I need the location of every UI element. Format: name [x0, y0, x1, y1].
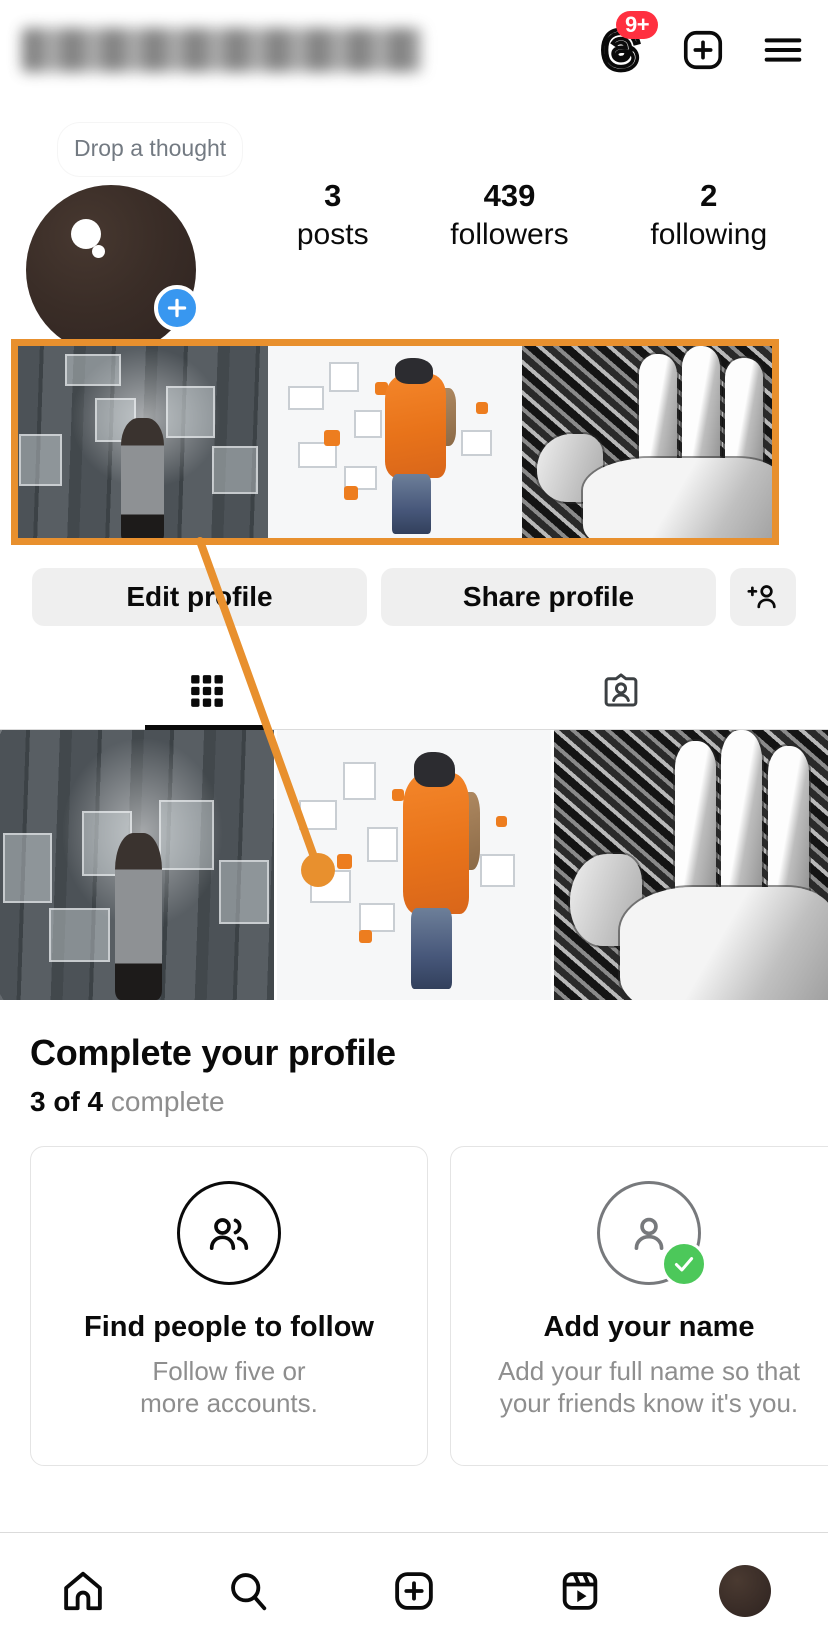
posts-count: 3 — [324, 177, 342, 213]
hamburger-menu-icon — [764, 38, 802, 62]
search-icon — [231, 1572, 267, 1610]
grid-tab[interactable] — [0, 652, 414, 729]
create-icon — [395, 1571, 433, 1610]
top-bar-actions: 9+ — [600, 11, 806, 73]
posts-label: posts — [296, 217, 369, 251]
progress-count: 3 of 4 — [30, 1086, 104, 1117]
card-description: Add your full name so that your friends … — [497, 1356, 801, 1418]
tagged-user-icon — [604, 672, 638, 706]
post-image-robot-hands — [554, 730, 828, 1000]
note-bubble[interactable]: Drop a thought — [58, 123, 243, 177]
plus-icon — [167, 298, 187, 318]
discover-people-button[interactable] — [730, 568, 796, 626]
post-grid — [0, 730, 828, 1000]
top-bar: 9+ — [0, 0, 828, 100]
complete-profile-title: Complete your profile — [30, 1032, 396, 1073]
following-label: following — [650, 217, 768, 251]
post-image-woman-screens — [14, 342, 268, 542]
green-check-icon — [674, 1257, 694, 1272]
edit-profile-button[interactable]: Edit profile — [32, 568, 367, 626]
complete-profile-cards: Find people to follow Follow five or mor… — [0, 1118, 828, 1466]
profile-tabs — [0, 652, 828, 730]
home-icon — [64, 1571, 102, 1610]
instagram-profile-screen: 9+ Drop a thought 3 posts 439 followers … — [0, 0, 828, 1648]
profile-header: Drop a thought 3 posts 439 followers 2 f… — [0, 100, 828, 355]
card-title: Add your name — [543, 1311, 755, 1343]
nav-search[interactable] — [166, 1568, 332, 1614]
username-masked[interactable] — [22, 28, 422, 72]
following-count: 2 — [700, 177, 718, 213]
card-icon-wrap — [597, 1181, 707, 1287]
nav-home[interactable] — [0, 1568, 166, 1614]
completed-badge — [661, 1241, 707, 1287]
highlighted-post-1[interactable] — [14, 342, 268, 542]
highlighted-post-3[interactable] — [522, 342, 776, 542]
new-post-button[interactable] — [680, 27, 726, 73]
icon-ring — [177, 1181, 281, 1285]
card-icon-wrap — [177, 1181, 281, 1285]
profile-stats: 3 posts 439 followers 2 following — [256, 177, 828, 253]
threads-button[interactable]: 9+ — [600, 11, 659, 73]
post-image-vr-person — [268, 342, 522, 542]
post-image-woman-screens — [0, 730, 274, 1000]
reels-icon — [562, 1571, 597, 1610]
note-bubble-dot — [92, 245, 105, 258]
tagged-tab[interactable] — [414, 652, 828, 729]
post-tile-1[interactable] — [0, 730, 274, 1000]
add-to-story-button[interactable] — [154, 285, 200, 331]
post-image-vr-person — [277, 730, 551, 1000]
card-find-people[interactable]: Find people to follow Follow five or mor… — [30, 1146, 428, 1466]
followers-count: 439 — [483, 177, 536, 213]
share-profile-button[interactable]: Share profile — [381, 568, 716, 626]
stat-posts[interactable]: 3 posts — [297, 177, 369, 253]
complete-profile-section: Complete your profile 3 of 4 complete Fi… — [0, 1020, 828, 1466]
menu-button[interactable] — [760, 27, 806, 73]
grid-icon — [191, 674, 223, 707]
card-description: Follow five or more accounts. — [140, 1356, 318, 1418]
stat-following[interactable]: 2 following — [650, 177, 767, 253]
post-tile-2[interactable] — [277, 730, 551, 1000]
add-person-icon — [747, 585, 776, 609]
post-image-robot-hands — [522, 342, 776, 542]
card-add-name[interactable]: Add your name Add your full name so that… — [450, 1146, 828, 1466]
highlighted-post-row[interactable] — [14, 342, 776, 542]
threads-unread-badge: 9+ — [616, 11, 659, 40]
profile-avatar-icon — [719, 1564, 772, 1617]
two-people-icon — [209, 1218, 249, 1251]
nav-profile[interactable] — [662, 1564, 828, 1617]
highlighted-post-2[interactable] — [268, 342, 522, 542]
card-title: Find people to follow — [84, 1311, 374, 1343]
complete-profile-progress: 3 of 4 complete — [0, 1074, 828, 1118]
stat-followers[interactable]: 439 followers — [450, 177, 568, 253]
note-bubble-text: Drop a thought — [74, 135, 227, 161]
nav-reels[interactable] — [497, 1568, 663, 1614]
followers-label: followers — [450, 217, 569, 251]
post-tile-3[interactable] — [554, 730, 828, 1000]
avatar-area[interactable]: Drop a thought — [26, 115, 256, 355]
profile-actions: Edit profile Share profile — [0, 562, 828, 632]
bottom-navigation — [0, 1532, 828, 1648]
progress-word: complete — [110, 1086, 225, 1117]
plus-square-icon — [683, 30, 723, 70]
nav-create[interactable] — [331, 1568, 497, 1614]
